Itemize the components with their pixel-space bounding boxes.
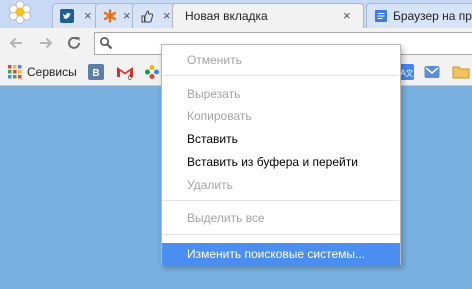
context-menu: Отменить Вырезать Копировать Вставить Вс… bbox=[161, 44, 401, 265]
arrow-left-icon bbox=[9, 37, 22, 49]
reload-button[interactable] bbox=[64, 33, 84, 53]
apps-label: Сервисы bbox=[27, 65, 77, 79]
apps-shortcut[interactable]: Сервисы bbox=[8, 63, 77, 81]
reload-icon bbox=[68, 36, 80, 49]
svg-text:B: B bbox=[92, 68, 99, 79]
bookmark-flower[interactable] bbox=[144, 63, 160, 81]
tab-twitter[interactable]: × bbox=[52, 3, 98, 29]
bookmark-gmail[interactable]: 0 bbox=[116, 63, 134, 81]
menu-item-select-all[interactable]: Выделить все bbox=[162, 207, 400, 229]
twitter-icon bbox=[60, 9, 74, 23]
tab-strip: × × × Новая вкладка × Браузер на прос bbox=[0, 0, 472, 29]
menu-item-cut[interactable]: Вырезать bbox=[162, 83, 400, 105]
gmail-icon: 0 bbox=[117, 67, 133, 80]
menu-separator bbox=[163, 75, 399, 76]
tab-title: Новая вкладка bbox=[185, 9, 268, 23]
close-icon[interactable]: × bbox=[84, 8, 92, 24]
tab-browser[interactable]: Браузер на прос bbox=[366, 3, 472, 29]
document-icon bbox=[374, 9, 388, 23]
tab-asterisk[interactable]: × bbox=[95, 3, 135, 29]
profile-avatar-icon[interactable] bbox=[2, 0, 38, 28]
bookmark-vk[interactable]: B bbox=[88, 63, 104, 81]
svg-text:0: 0 bbox=[128, 75, 132, 80]
close-icon[interactable]: × bbox=[343, 8, 351, 24]
tab-title: Браузер на прос bbox=[393, 9, 472, 23]
arrow-right-icon bbox=[40, 37, 53, 49]
asterisk-icon bbox=[103, 9, 117, 23]
thumbs-up-icon bbox=[140, 9, 154, 23]
close-icon[interactable]: × bbox=[123, 8, 131, 24]
search-icon bbox=[99, 36, 113, 50]
menu-item-copy[interactable]: Копировать bbox=[162, 105, 400, 127]
menu-separator bbox=[163, 200, 399, 201]
menu-item-delete[interactable]: Удалить bbox=[162, 174, 400, 196]
vk-icon: B bbox=[88, 64, 104, 80]
forward-button[interactable] bbox=[36, 33, 56, 53]
close-icon[interactable]: × bbox=[163, 8, 171, 24]
menu-item-edit-search-engines[interactable]: Изменить поисковые системы... bbox=[162, 243, 400, 265]
flower-icon bbox=[145, 65, 159, 79]
tab-new-tab[interactable]: Новая вкладка × bbox=[172, 3, 364, 29]
menu-item-undo[interactable]: Отменить bbox=[162, 49, 400, 71]
svg-text:文: 文 bbox=[406, 68, 414, 78]
menu-item-paste-and-go[interactable]: Вставить из буфера и перейти bbox=[162, 151, 400, 173]
tab-thumbs-up[interactable]: × bbox=[132, 3, 176, 29]
folder-icon bbox=[452, 66, 470, 79]
bookmark-folder[interactable] bbox=[452, 63, 470, 81]
bookmark-mail[interactable] bbox=[424, 63, 440, 81]
apps-grid-icon bbox=[8, 65, 22, 79]
mail-icon bbox=[424, 66, 440, 78]
menu-item-paste[interactable]: Вставить bbox=[162, 128, 400, 150]
menu-separator bbox=[163, 234, 399, 235]
back-button[interactable] bbox=[6, 33, 26, 53]
